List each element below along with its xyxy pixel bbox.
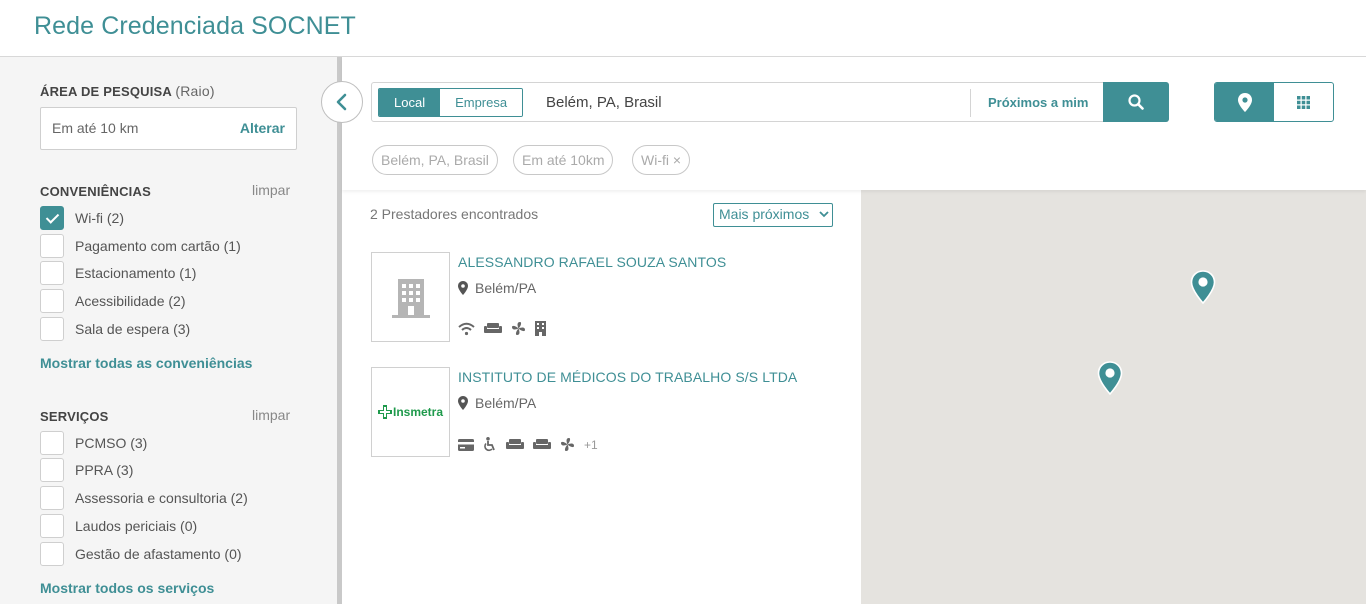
sofa-icon [506,439,524,449]
checkbox-label: Pagamento com cartão (1) [75,238,241,254]
radius-field[interactable]: Em até 10 km Alterar [40,107,297,150]
map-marker-icon[interactable] [1097,361,1123,395]
show-all-conveniences-link[interactable]: Mostrar todas as conveniências [40,355,252,371]
filter-chip-radius[interactable]: Em até 10km [513,145,614,175]
checkbox[interactable] [40,514,64,538]
more-amenities-count[interactable]: +1 [584,438,598,452]
checkbox-label: Gestão de afastamento (0) [75,546,242,562]
sort-value: Mais próximos [719,206,810,222]
convenience-wifi[interactable]: Wi-fi (2) [40,206,124,230]
change-radius-button[interactable]: Alterar [240,120,285,136]
search-button[interactable] [1103,82,1169,122]
building-placeholder-icon [391,279,430,318]
provider-logo[interactable] [371,252,450,342]
search-box: Local Empresa Belém, PA, Brasil Próximos… [371,82,1169,122]
checkbox[interactable] [40,458,64,482]
convenience-card-payment[interactable]: Pagamento com cartão (1) [40,234,241,258]
filter-chip-location[interactable]: Belém, PA, Brasil [372,145,498,175]
chevron-down-icon [819,211,829,218]
checkbox-checked[interactable] [40,206,64,230]
checkbox[interactable] [40,431,64,455]
provider-logo[interactable]: Insmetra [371,367,450,457]
search-area-title: ÁREA DE PESQUISA [40,84,172,99]
checkbox-label: Wi-fi (2) [75,210,124,226]
near-me-button[interactable]: Próximos a mim [988,95,1088,110]
checkbox-label: Sala de espera (3) [75,321,191,337]
checkbox[interactable] [40,317,64,341]
service-ppra[interactable]: PPRA (3) [40,458,133,482]
checkbox-label: Assessoria e consultoria (2) [75,490,248,506]
location-input[interactable]: Belém, PA, Brasil [546,94,662,111]
map-view-button[interactable] [1215,83,1274,121]
insmetra-logo: Insmetra [377,405,444,419]
service-consulting[interactable]: Assessoria e consultoria (2) [40,486,248,510]
search-area-subtitle: (Raio) [175,83,215,99]
clear-services-link[interactable]: limpar [252,407,290,423]
checkbox[interactable] [40,234,64,258]
sort-select[interactable]: Mais próximos [713,203,833,227]
sofa-icon [533,439,551,449]
convenience-parking[interactable]: Estacionamento (1) [40,261,196,285]
convenience-accessibility[interactable]: Acessibilidade (2) [40,289,186,313]
checkbox-label: Acessibilidade (2) [75,293,186,309]
provider-name[interactable]: ALESSANDRO RAFAEL SOUZA SANTOS [458,254,726,270]
tab-empresa[interactable]: Empresa [440,89,523,116]
map[interactable] [861,190,1366,604]
checkbox[interactable] [40,261,64,285]
grid-view-button[interactable] [1274,83,1333,121]
checkbox-label: PPRA (3) [75,462,134,478]
convenience-waiting-room[interactable]: Sala de espera (3) [40,317,190,341]
provider-city: Belém/PA [475,395,537,411]
view-toggle [1214,82,1334,122]
conveniences-title: CONVENIÊNCIAS [40,184,151,199]
checkbox-label: PCMSO (3) [75,435,148,451]
building-icon [535,321,546,336]
provider-location: Belém/PA [458,395,536,411]
insmetra-logo-text: Insmetra [392,405,444,419]
credit-card-icon [458,438,474,451]
checkbox[interactable] [40,289,64,313]
sofa-icon [484,323,502,333]
show-all-services-link[interactable]: Mostrar todos os serviços [40,580,214,596]
medical-cross-icon [377,405,392,419]
fan-icon [561,438,574,451]
amenity-icons: +1 [458,437,598,452]
services-title: SERVIÇOS [40,409,109,424]
checkbox[interactable] [40,486,64,510]
results-count: 2 Prestadores encontrados [370,206,539,222]
map-pin-icon [1237,92,1252,112]
divider [970,89,971,117]
grid-icon [1297,95,1310,109]
radius-value: Em até 10 km [52,120,139,136]
service-expert-reports[interactable]: Laudos periciais (0) [40,514,197,538]
search-bar-panel [342,57,1366,190]
collapse-sidebar-button[interactable] [321,81,363,123]
search-area-heading: ÁREA DE PESQUISA (Raio) [40,83,215,99]
search-mode-toggle: Local Empresa [378,88,524,117]
service-leave-management[interactable]: Gestão de afastamento (0) [40,542,242,566]
provider-city: Belém/PA [475,280,537,296]
map-pin-icon [458,396,468,410]
search-icon [1128,94,1144,110]
clear-conveniences-link[interactable]: limpar [252,182,290,198]
map-pin-icon [458,281,468,295]
service-pcmso[interactable]: PCMSO (3) [40,431,147,455]
checkbox-label: Laudos periciais (0) [75,518,198,534]
checkbox[interactable] [40,542,64,566]
page-title: Rede Credenciada SOCNET [34,12,356,40]
chevron-left-icon [336,93,347,111]
wifi-icon [458,322,475,335]
fan-icon [512,322,525,335]
tab-local[interactable]: Local [379,89,441,116]
provider-location: Belém/PA [458,280,536,296]
provider-name[interactable]: INSTITUTO DE MÉDICOS DO TRABALHO S/S LTD… [458,369,797,385]
wheelchair-icon [484,437,495,452]
checkbox-label: Estacionamento (1) [75,265,197,281]
map-marker-icon[interactable] [1190,270,1216,304]
filter-chip-wifi[interactable]: Wi-fi × [632,145,691,175]
amenity-icons [458,321,546,336]
app-header: Rede Credenciada SOCNET [0,0,1366,57]
